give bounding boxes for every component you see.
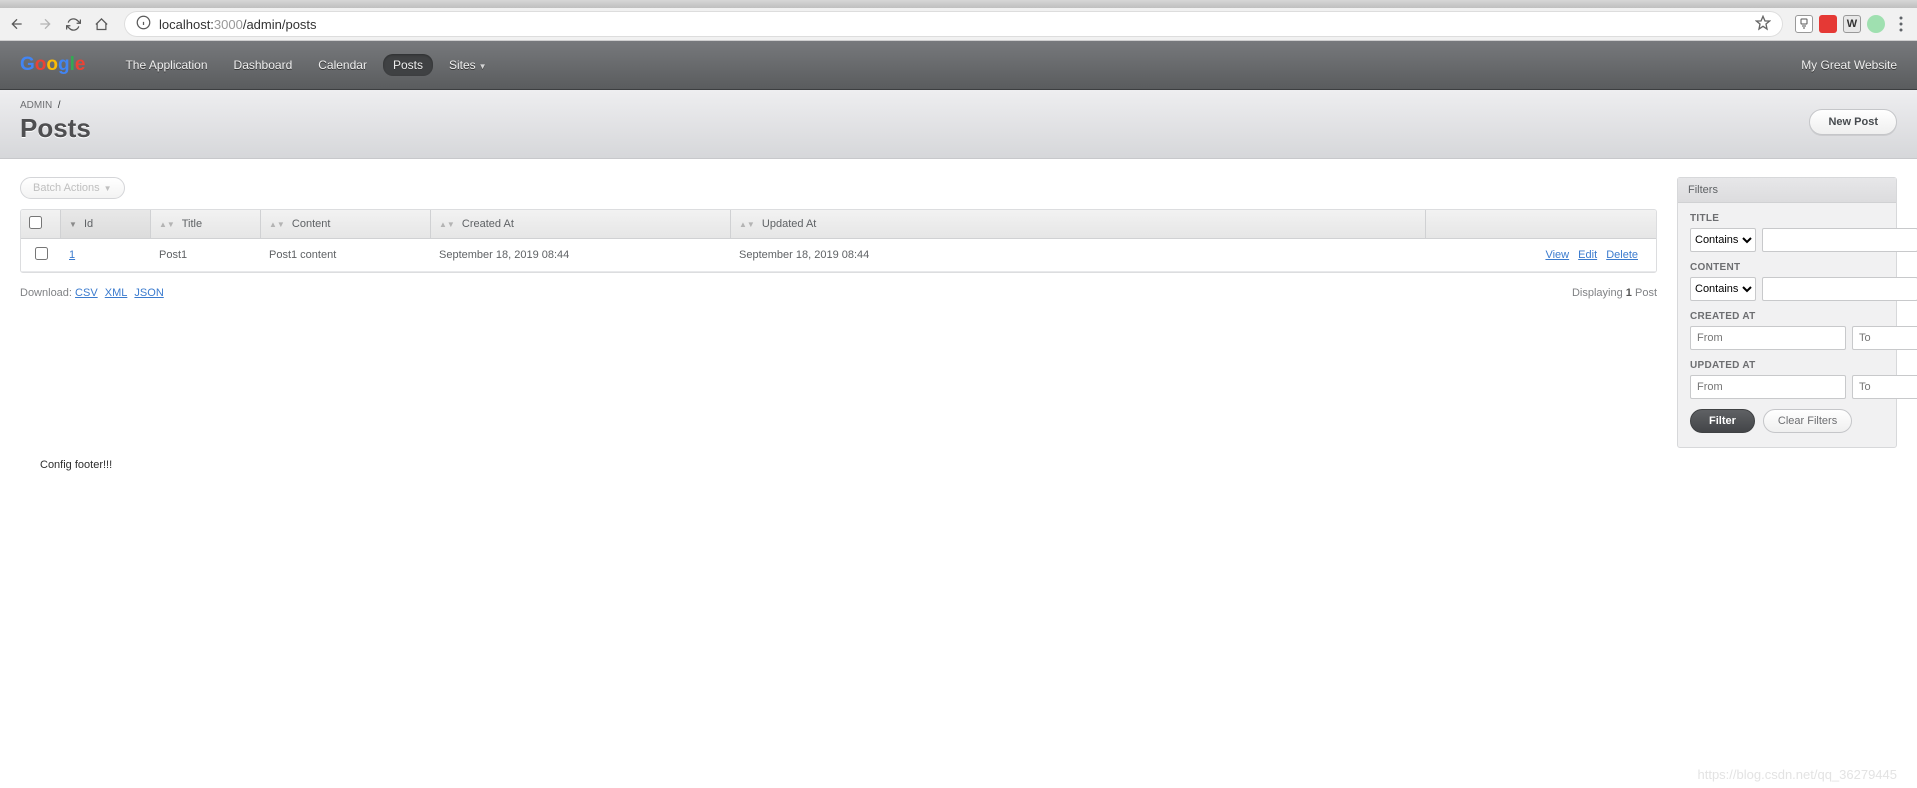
site-title-link[interactable]: My Great Website (1801, 58, 1897, 72)
cell-id: 1 (61, 239, 151, 272)
batch-actions-button[interactable]: Batch Actions ▼ (20, 177, 125, 199)
extension-icon-2[interactable] (1819, 15, 1837, 33)
pagination-text: Displaying 1 Post (1572, 287, 1657, 299)
chevron-down-icon: ▼ (479, 62, 487, 71)
profile-avatar-icon[interactable] (1867, 15, 1885, 33)
browser-tab-strip (0, 0, 1917, 8)
extension-icons: W (1795, 15, 1911, 33)
download-json-link[interactable]: JSON (134, 287, 163, 299)
config-footer: Config footer!!! (20, 439, 1657, 491)
address-bar[interactable]: localhost:3000/admin/posts (124, 11, 1783, 37)
sort-desc-icon: ▼ (69, 220, 77, 229)
home-button[interactable] (90, 13, 112, 35)
filter-content-op[interactable]: Contains (1690, 277, 1756, 301)
cell-actions: View Edit Delete (1426, 239, 1656, 272)
nav-link-calendar[interactable]: Calendar (308, 54, 377, 76)
delete-link[interactable]: Delete (1606, 249, 1638, 261)
view-link[interactable]: View (1545, 249, 1569, 261)
nav-link-dashboard[interactable]: Dashboard (224, 54, 303, 76)
cell-content: Post1 content (261, 239, 431, 272)
reload-button[interactable] (62, 13, 84, 35)
download-links: Download: CSV XML JSON (20, 287, 168, 299)
col-actions (1426, 210, 1656, 239)
table-header-row: ▼ Id ▲▼ Title ▲▼ Content ▲▼ Created At (21, 210, 1656, 239)
filter-updated-to[interactable] (1852, 375, 1917, 399)
nav-link-sites[interactable]: Sites▼ (439, 54, 497, 76)
browser-toolbar: localhost:3000/admin/posts W (0, 8, 1917, 41)
chevron-down-icon: ▼ (104, 184, 112, 193)
col-content[interactable]: ▲▼ Content (261, 210, 431, 239)
col-updated-at[interactable]: ▲▼ Updated At (731, 210, 1426, 239)
filter-title-op[interactable]: Contains (1690, 228, 1756, 252)
new-post-button[interactable]: New Post (1809, 109, 1897, 135)
cell-title: Post1 (151, 239, 261, 272)
watermark-text: https://blog.csdn.net/qq_36279445 (1698, 767, 1898, 782)
sort-icon: ▲▼ (269, 222, 285, 227)
posts-table: ▼ Id ▲▼ Title ▲▼ Content ▲▼ Created At (20, 209, 1657, 273)
forward-button[interactable] (34, 13, 56, 35)
cell-updated-at: September 18, 2019 08:44 (731, 239, 1426, 272)
sort-icon: ▲▼ (159, 222, 175, 227)
download-xml-link[interactable]: XML (105, 287, 128, 299)
col-id[interactable]: ▼ Id (61, 210, 151, 239)
download-csv-link[interactable]: CSV (75, 287, 98, 299)
nav-link-the-application[interactable]: The Application (115, 54, 217, 76)
row-id-link[interactable]: 1 (69, 249, 75, 261)
page-title: Posts (20, 113, 91, 144)
nav-links: The Application Dashboard Calendar Posts… (115, 54, 496, 76)
filter-title-label: TITLE (1690, 213, 1884, 224)
sort-icon: ▲▼ (739, 222, 755, 227)
app-top-nav: Google The Application Dashboard Calenda… (0, 41, 1917, 90)
row-checkbox[interactable] (35, 247, 48, 260)
table-row: 1 Post1 Post1 content September 18, 2019… (21, 239, 1656, 272)
extension-icon-3[interactable]: W (1843, 15, 1861, 33)
app-logo[interactable]: Google (20, 54, 85, 76)
clear-filters-button[interactable]: Clear Filters (1763, 409, 1852, 433)
browser-menu-icon[interactable] (1891, 16, 1911, 32)
filter-created-to[interactable] (1852, 326, 1917, 350)
cell-created-at: September 18, 2019 08:44 (431, 239, 731, 272)
filter-created-from[interactable] (1690, 326, 1846, 350)
site-info-icon[interactable] (136, 15, 151, 33)
col-created-at[interactable]: ▲▼ Created At (431, 210, 731, 239)
filter-title-input[interactable] (1762, 228, 1917, 252)
filter-updated-from[interactable] (1690, 375, 1846, 399)
filters-panel: Filters TITLE Contains CONTENT Contains (1677, 177, 1897, 448)
filter-updated-at-label: UPDATED AT (1690, 360, 1884, 371)
edit-link[interactable]: Edit (1578, 249, 1597, 261)
breadcrumb-admin[interactable]: ADMIN (20, 100, 52, 111)
extension-icon-1[interactable] (1795, 15, 1813, 33)
filter-content-input[interactable] (1762, 277, 1917, 301)
nav-link-posts[interactable]: Posts (383, 54, 433, 76)
breadcrumb: ADMIN / (20, 100, 91, 111)
col-title[interactable]: ▲▼ Title (151, 210, 261, 239)
breadcrumb-sep: / (58, 100, 61, 111)
filter-content-label: CONTENT (1690, 262, 1884, 273)
url-text: localhost:3000/admin/posts (159, 17, 317, 32)
table-footer: Download: CSV XML JSON Displaying 1 Post (20, 287, 1657, 299)
filter-button[interactable]: Filter (1690, 409, 1755, 433)
bookmark-star-icon[interactable] (1755, 15, 1771, 34)
select-all-checkbox[interactable] (29, 216, 42, 229)
sort-icon: ▲▼ (439, 222, 455, 227)
col-select-all (21, 210, 61, 239)
filters-heading: Filters (1678, 178, 1896, 203)
filter-created-at-label: CREATED AT (1690, 311, 1884, 322)
back-button[interactable] (6, 13, 28, 35)
title-bar: ADMIN / Posts New Post (0, 90, 1917, 159)
